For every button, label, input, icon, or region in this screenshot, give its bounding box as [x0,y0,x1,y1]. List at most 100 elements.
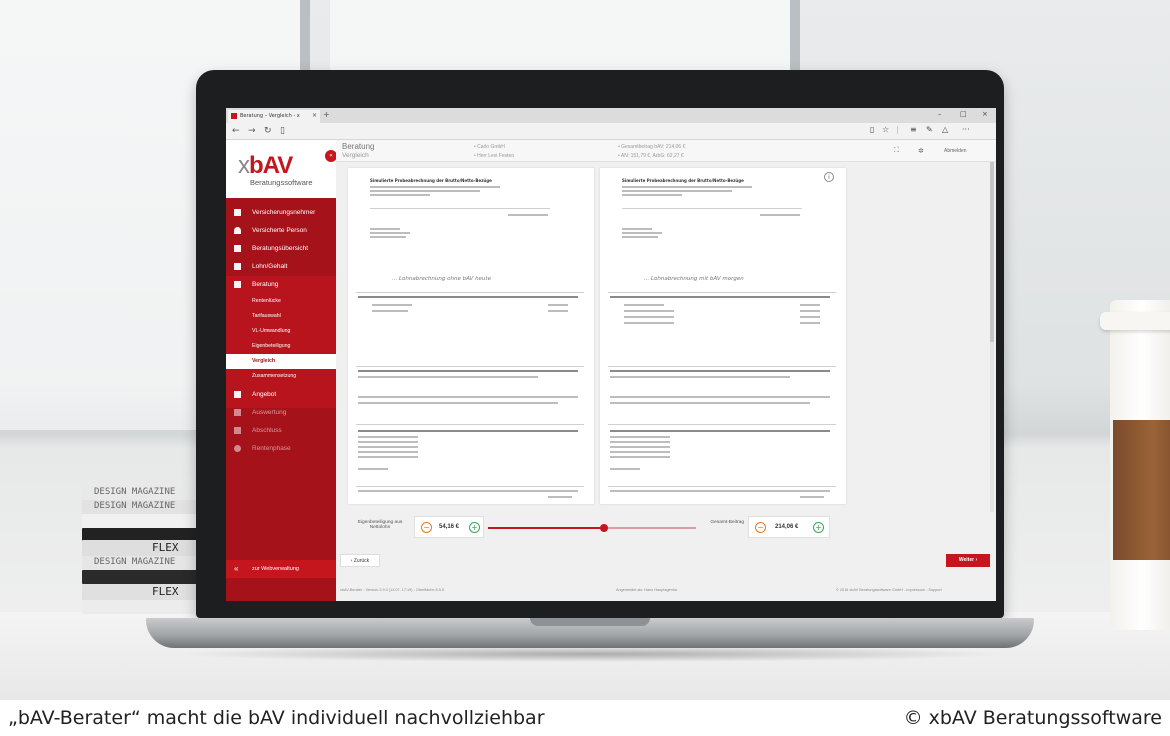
hub-icon[interactable]: ≡ [910,125,917,134]
total-contribution-label: Gesamt-Beitrag [710,520,744,525]
cup-sleeve [1113,420,1170,560]
sidebar-item-lohn-gehalt[interactable]: Lohn/Gehalt [226,258,336,276]
contribution-split: • AN: 151,79 €, ArbG: 62,27 € [618,153,684,159]
total-contribution-stepper[interactable]: − 214,06 € + [748,516,830,538]
own-contribution-label: Eigenbeteiligung aus Nettolohn [357,520,403,530]
page-header: Beratung Vergleich • Carlo GmbH • Herr L… [336,140,996,162]
cup-lid [1100,312,1170,330]
own-contribution-value: 54,16 € [439,524,460,530]
version-info: xbAV-Berater - Version 2.9.0 (14.07. 17:… [340,588,444,592]
sidebar-item-beratungsuebersicht[interactable]: Beratungsübersicht [226,240,336,258]
browser-tab[interactable]: Beratung – Vergleich - x × [228,110,320,123]
web-admin-link[interactable]: «zur Webverwaltung [226,560,336,578]
overview-icon [234,245,241,252]
more-icon[interactable]: ··· [962,125,970,134]
sidebar-item-angebot[interactable]: Angebot [226,386,336,404]
sidebar-item-rentenphase[interactable]: Rentenphase [226,440,336,458]
copyright-links[interactable]: © 2016 xbAV Beratungssoftware GmbH - Imp… [836,588,942,592]
caption-text: „bAV-Berater“ macht die bAV individuell … [8,707,545,729]
web-note-icon[interactable]: ✎ [926,125,933,134]
sidebar-item-versicherungsnehmer[interactable]: Versicherungsnehmer [226,204,336,222]
document-icon [234,391,241,398]
address-bar[interactable] [292,126,852,136]
minus-icon[interactable]: − [421,522,432,533]
bar-chart-icon [234,409,241,416]
caption-copyright: © xbAV Beratungssoftware [903,707,1162,729]
magazine: DESIGN MAGAZINE [82,486,212,500]
sidebar-sub-vergleich[interactable]: Vergleich [226,354,336,369]
logo-area: xbAV Beratungssoftware [226,140,336,198]
minimize-icon[interactable]: – [938,110,942,118]
plus-icon[interactable]: + [813,522,824,533]
sidebar-sub-eigenbeteiligung[interactable]: Eigenbeteiligung [226,339,336,354]
image-caption: „bAV-Berater“ macht die bAV individuell … [0,702,1170,736]
xbav-logo[interactable]: xbAV [238,152,293,180]
tab-close-icon[interactable]: × [312,112,317,119]
back-button[interactable]: ‹ Zurück [340,554,380,567]
people-icon [234,281,241,288]
favorite-star-icon[interactable]: ☆ [882,125,889,134]
sidebar-item-versicherte-person[interactable]: Versicherte Person [226,222,336,240]
main-content: Beratung Vergleich • Carlo GmbH • Herr L… [336,140,996,601]
laptop-shadow [170,646,1010,662]
document-title: Simulierte Probeabrechnung der Brutto/Ne… [370,178,492,183]
sidebar-sub-tarifauswahl[interactable]: Tarifauswahl [226,309,336,324]
maximize-icon[interactable]: □ [960,110,967,118]
company-name: • Carlo GmbH [474,144,505,150]
info-icon[interactable]: i [824,172,834,182]
person-icon [234,227,241,234]
payslip-without-bav: Simulierte Probeabrechnung der Brutto/Ne… [348,168,594,504]
own-contribution-stepper[interactable]: − 54,16 € + [414,516,484,538]
total-contribution-value: 214,06 € [775,524,799,530]
plus-icon[interactable]: + [469,522,480,533]
document-caption: ... Lohnabrechnung ohne bAV heute [392,276,491,282]
magazine: FLEX MAGAZ [82,540,212,567]
logout-button[interactable]: Abmelden [944,148,967,154]
back-arrow-icon[interactable]: ← [232,126,240,136]
new-tab-icon[interactable]: + [323,110,330,119]
sidebar-item-beratung[interactable]: Beratung [226,276,336,294]
laptop-notch [530,618,650,626]
chart-icon [234,209,241,216]
forward-arrow-icon[interactable]: → [248,126,256,136]
infinity-icon [234,445,241,452]
total-amount: • Gesamtbetrag bAV: 214,06 € [618,144,686,150]
address-page-icon: ▯ [280,126,285,136]
fullscreen-icon[interactable]: ⛶ [894,147,899,155]
reload-icon[interactable]: ↻ [264,126,272,136]
person-name: • Herr Levi Festen [474,153,515,159]
magazine [82,514,212,528]
sidebar-sub-vl-umwandlung[interactable]: VL-Umwandlung [226,324,336,339]
magazine: DESIGN MAGAZINE [82,556,212,570]
magazine [82,600,212,614]
magazine: FLEX MAGAZ [82,584,212,611]
close-window-icon[interactable]: × [982,110,988,118]
page-subtitle: Vergleich [342,152,369,159]
magazine [82,570,212,584]
sidebar: xbAV Beratungssoftware « Versicherungsne… [226,140,337,601]
browser-navbar: ← → ↻ ▯ ▯ ☆ | ≡ ✎ △ ··· [226,123,996,140]
settings-gear-icon[interactable]: ✲ [918,147,924,155]
sidebar-item-abschluss[interactable]: Abschluss [226,422,336,440]
browser-tabbar: Beratung – Vergleich - x × + – □ × [226,108,996,123]
flag-icon [234,427,241,434]
sidebar-sub-rentenluecke[interactable]: Rentenlücke [226,294,336,309]
reading-view-icon[interactable]: ▯ [870,125,874,134]
share-icon[interactable]: △ [942,125,948,134]
payslip-icon [234,263,241,270]
contribution-slider-row: Eigenbeteiligung aus Nettolohn − 54,16 €… [336,508,996,548]
slider-thumb[interactable] [600,524,608,532]
toolbar-divider: | [896,125,899,134]
sidebar-item-auswertung[interactable]: Auswertung [226,404,336,422]
scrollbar-thumb[interactable] [990,162,994,342]
laptop-screen: Beratung – Vergleich - x × + – □ × ← → ↻… [226,108,996,601]
next-button[interactable]: Weiter › [946,554,990,567]
payslip-with-bav: Simulierte Probeabrechnung der Brutto/Ne… [600,168,846,504]
sidebar-sub-zusammensetzung[interactable]: Zusammensetzung [226,369,336,384]
slider-track-rest[interactable] [604,527,696,529]
back-double-icon: « [234,564,239,573]
minus-icon[interactable]: − [755,522,766,533]
login-info: Angemeldet als: Hans Hauptagentur [616,588,678,592]
xbav-app: xbAV Beratungssoftware « Versicherungsne… [226,140,996,601]
page-title: Beratung [342,142,375,151]
